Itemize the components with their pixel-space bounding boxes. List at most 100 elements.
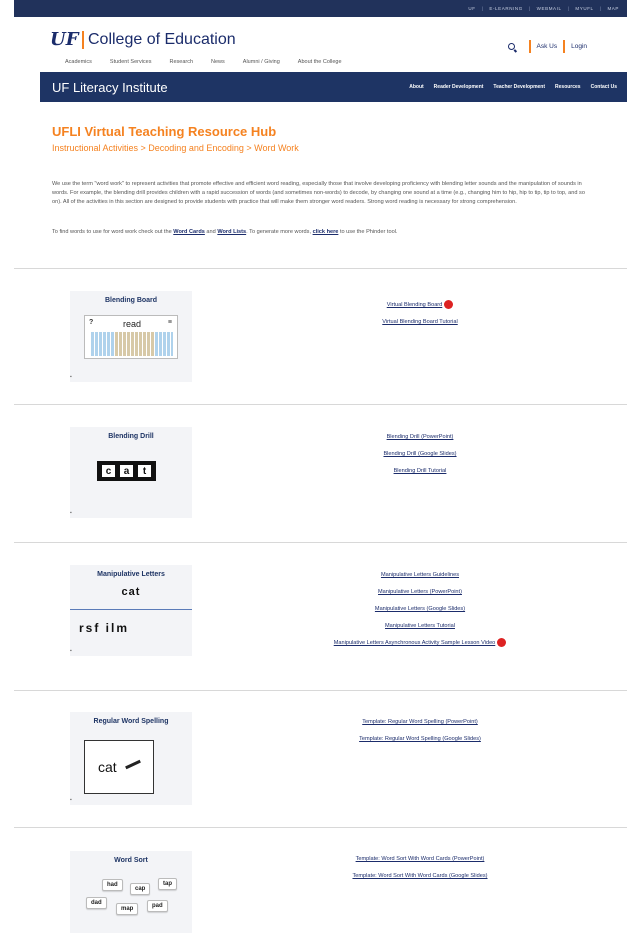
logo-divider xyxy=(82,30,84,49)
link-blending-drill-google-slides[interactable]: Blending Drill (Google Slides) xyxy=(300,446,540,463)
top-link-separator: | xyxy=(481,6,484,11)
new-badge-icon xyxy=(444,300,454,310)
top-link-webmail[interactable]: WEBMAIL xyxy=(537,6,562,11)
top-link-separator: | xyxy=(528,6,531,11)
word-sort-card[interactable]: Word Sort had cap tap dad map pad xyxy=(70,851,192,933)
image-placeholder-icon: ▪ xyxy=(70,374,72,380)
image-placeholder-icon: ▪ xyxy=(70,797,72,803)
link-word-sort-powerpoint[interactable]: Template: Word Sort With Word Cards (Pow… xyxy=(300,851,540,868)
sort-word-card: had xyxy=(102,879,123,891)
college-name: College of Education xyxy=(87,30,236,48)
ask-us-link[interactable]: Ask Us xyxy=(537,43,558,50)
word-sort-links: Template: Word Sort With Word Cards (Pow… xyxy=(300,851,540,885)
letter-tile: t xyxy=(137,464,152,478)
whiteboard-preview: cat xyxy=(84,740,154,794)
college-logo[interactable]: UF College of Education xyxy=(50,29,236,50)
top-link-myufl[interactable]: MYUFL xyxy=(575,6,593,11)
blending-board-links: Virtual Blending Board Virtual Blending … xyxy=(300,297,540,331)
card-title: Word Sort xyxy=(114,857,148,864)
site-banner: UF Literacy Institute About Reader Devel… xyxy=(40,72,627,102)
menu-icon: ≡ xyxy=(167,319,172,326)
find-words-text: . To generate more words, xyxy=(246,229,313,235)
preview-word: cat xyxy=(98,759,117,775)
nav-alumni-giving[interactable]: Alumni / Giving xyxy=(243,59,280,65)
preview-word: cat xyxy=(121,586,141,598)
sort-word-card: pad xyxy=(147,900,168,912)
marker-icon xyxy=(125,759,141,770)
site-nav: About Reader Development Teacher Develop… xyxy=(409,84,617,90)
top-link-separator: | xyxy=(567,6,570,11)
letter-tiles: c a t xyxy=(97,461,156,481)
preview-letters: rsf ilm xyxy=(79,621,130,635)
site-nav-contact-us[interactable]: Contact Us xyxy=(591,84,617,90)
top-link-map[interactable]: MAP xyxy=(607,6,619,11)
uf-logo-mark: UF xyxy=(50,29,79,50)
header-utility: Ask Us Login xyxy=(507,40,587,53)
sort-word-card: cap xyxy=(130,883,151,895)
find-words-text: and xyxy=(204,229,218,235)
top-utility-links: UF | E-LEARNING | WEBMAIL | MYUFL | MAP xyxy=(468,6,619,11)
link-manipulative-letters-tutorial[interactable]: Manipulative Letters Tutorial xyxy=(300,618,540,635)
regular-word-spelling-links: Template: Regular Word Spelling (PowerPo… xyxy=(300,714,540,748)
site-name[interactable]: UF Literacy Institute xyxy=(52,80,168,95)
nav-news[interactable]: News xyxy=(211,59,225,65)
section-divider xyxy=(14,268,627,269)
section-divider xyxy=(14,542,627,543)
link-blending-drill-powerpoint[interactable]: Blending Drill (PowerPoint) xyxy=(300,429,540,446)
nav-research[interactable]: Research xyxy=(169,59,193,65)
sort-word-card: map xyxy=(116,903,139,915)
letter-tile: a xyxy=(119,464,134,478)
search-icon[interactable] xyxy=(507,43,515,50)
find-words-text: To find words to use for word work check… xyxy=(52,229,174,235)
blending-board-preview: ? read ≡ xyxy=(84,315,178,359)
card-title: Blending Board xyxy=(104,297,158,304)
word-lists-link[interactable]: Word Lists xyxy=(217,229,246,235)
preview-word: read xyxy=(122,319,141,329)
top-link-elearning[interactable]: E-LEARNING xyxy=(489,6,523,11)
link-word-sort-google-slides[interactable]: Template: Word Sort With Word Cards (Goo… xyxy=(300,868,540,885)
card-title: Manipulative Letters xyxy=(97,571,165,578)
link-label: Manipulative Letters Asynchronous Activi… xyxy=(333,640,496,646)
site-nav-resources[interactable]: Resources xyxy=(555,84,581,90)
nav-student-services[interactable]: Student Services xyxy=(110,59,152,65)
link-manipulative-letters-video[interactable]: Manipulative Letters Asynchronous Activi… xyxy=(300,635,540,652)
site-nav-about[interactable]: About xyxy=(409,84,423,90)
login-link[interactable]: Login xyxy=(571,43,587,50)
utility-divider xyxy=(563,40,566,53)
link-manipulative-letters-google-slides[interactable]: Manipulative Letters (Google Slides) xyxy=(300,601,540,618)
blending-drill-card[interactable]: Blending Drill c a t ▪ xyxy=(70,427,192,518)
image-placeholder-icon: ▪ xyxy=(70,648,72,654)
section-divider xyxy=(14,404,627,405)
card-title: Regular Word Spelling xyxy=(93,718,169,725)
letter-tile: c xyxy=(101,464,116,478)
link-regular-word-spelling-google-slides[interactable]: Template: Regular Word Spelling (Google … xyxy=(300,731,540,748)
site-nav-teacher-development[interactable]: Teacher Development xyxy=(493,84,545,90)
top-link-uf[interactable]: UF xyxy=(468,6,475,11)
find-words-paragraph: To find words to use for word work check… xyxy=(52,229,590,235)
regular-word-spelling-card[interactable]: Regular Word Spelling cat ▪ xyxy=(70,712,192,805)
section-divider xyxy=(14,690,627,691)
link-regular-word-spelling-powerpoint[interactable]: Template: Regular Word Spelling (PowerPo… xyxy=(300,714,540,731)
link-manipulative-letters-powerpoint[interactable]: Manipulative Letters (PowerPoint) xyxy=(300,584,540,601)
word-cards-link[interactable]: Word Cards xyxy=(173,229,205,235)
blending-drill-links: Blending Drill (PowerPoint) Blending Dri… xyxy=(300,429,540,480)
click-here-link[interactable]: click here xyxy=(313,229,339,235)
top-utility-bar: UF | E-LEARNING | WEBMAIL | MYUFL | MAP xyxy=(14,0,627,17)
link-label: Virtual Blending Board xyxy=(386,302,443,308)
card-title: Blending Drill xyxy=(108,433,154,440)
link-blending-board-tutorial[interactable]: Virtual Blending Board Tutorial xyxy=(300,314,540,331)
nav-about-college[interactable]: About the College xyxy=(298,59,342,65)
manipulative-letters-card[interactable]: Manipulative Letters cat rsf ilm ▪ xyxy=(70,565,192,656)
nav-academics[interactable]: Academics xyxy=(65,59,92,65)
link-blending-drill-tutorial[interactable]: Blending Drill Tutorial xyxy=(300,463,540,480)
breadcrumb: Instructional Activities > Decoding and … xyxy=(52,143,299,153)
blending-board-card[interactable]: Blending Board ? read ≡ ▪ xyxy=(70,291,192,382)
image-placeholder-icon: ▪ xyxy=(70,510,72,516)
college-main-nav: Academics Student Services Research News… xyxy=(65,59,342,65)
link-virtual-blending-board[interactable]: Virtual Blending Board xyxy=(300,297,540,314)
site-nav-reader-development[interactable]: Reader Development xyxy=(434,84,484,90)
link-manipulative-letters-guidelines[interactable]: Manipulative Letters Guidelines xyxy=(300,567,540,584)
sort-word-card: dad xyxy=(86,897,107,909)
page-title: UFLI Virtual Teaching Resource Hub xyxy=(52,124,277,139)
new-badge-icon xyxy=(497,638,507,648)
